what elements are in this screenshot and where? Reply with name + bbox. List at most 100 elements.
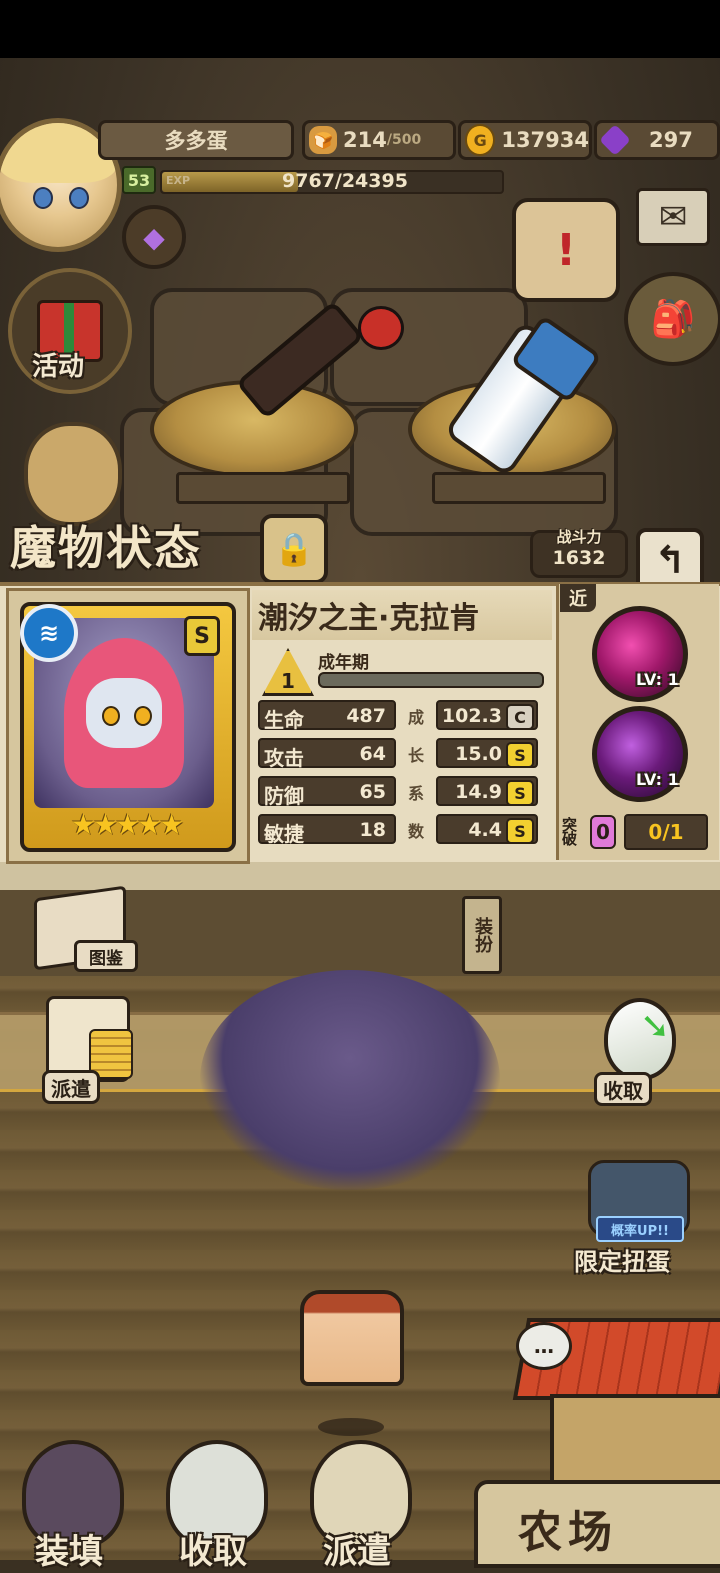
- nav-farm-button[interactable]: 农场: [474, 1480, 720, 1568]
- gem-icon: [599, 124, 631, 156]
- attack-range-badge: 近: [560, 584, 596, 612]
- stat-value: 65: [359, 781, 386, 803]
- nav-load-label: 装填: [35, 1532, 103, 1572]
- growth-grade-badge: S: [506, 780, 534, 806]
- egg-button[interactable]: [24, 422, 122, 526]
- event-label: 活动: [32, 352, 85, 382]
- growth-caption-char: 长: [408, 746, 425, 765]
- encyclopedia-label: 图鉴: [74, 940, 138, 972]
- stat-row-defense: 防御 65 系 14.9 S: [258, 776, 548, 808]
- nav-dispatch-button[interactable]: 派遣: [302, 1440, 412, 1572]
- skill-1-level: LV: 1: [636, 670, 679, 689]
- buy-gems-button[interactable]: ◆: [122, 205, 186, 269]
- avatar-eye: [33, 187, 53, 209]
- arrow-icon: ➘: [640, 1006, 671, 1047]
- exp-bar: EXP 9767/24395: [160, 170, 504, 194]
- limited-gacha-button[interactable]: 概率UP!! 限定扭蛋: [560, 1160, 710, 1276]
- stat-value: 64: [359, 743, 386, 765]
- stat-growth: 15.0 S: [436, 738, 538, 768]
- gold-counter[interactable]: G 137934: [458, 120, 592, 160]
- stat-name: 防御: [264, 784, 304, 808]
- nav-collect-label: 收取: [179, 1532, 247, 1572]
- stat-base: 攻击 64: [258, 738, 396, 770]
- stat-base: 生命 487: [258, 700, 396, 732]
- drop-shadow: [318, 1418, 384, 1436]
- bread-max: /500: [386, 132, 422, 148]
- stat-value: 18: [359, 819, 386, 841]
- player-name: 多多蛋: [98, 120, 294, 160]
- nav-collect-button[interactable]: 收取: [158, 1440, 268, 1572]
- nest-plate: [432, 472, 606, 504]
- player-level-badge: 53: [122, 166, 156, 194]
- stat-base: 敏捷 18: [258, 814, 396, 846]
- player-name-text: 多多蛋: [164, 129, 228, 153]
- combat-power-label: 战斗力: [556, 527, 602, 546]
- nav-load-button[interactable]: 装填: [14, 1440, 124, 1572]
- back-arrow-icon: ↰: [654, 538, 686, 582]
- quest-scroll-button[interactable]: !: [512, 198, 620, 302]
- chat-bubble-icon[interactable]: …: [516, 1322, 572, 1370]
- monster-eye: [102, 706, 120, 726]
- bread-counter[interactable]: 🍞 214/500: [302, 120, 456, 160]
- growth-value: 4.4: [468, 819, 502, 841]
- dress-up-button[interactable]: 装扮: [462, 896, 502, 974]
- gold-coin-icon: G: [465, 124, 496, 156]
- growth-grade-badge: S: [506, 818, 534, 844]
- encyclopedia-button[interactable]: 图鉴: [30, 885, 138, 972]
- nav-dispatch-label: 派遣: [323, 1532, 391, 1572]
- stat-row-hp: 生命 487 成 102.3 C: [258, 700, 548, 732]
- stat-growth: 4.4 S: [436, 814, 538, 844]
- star-rating: ★★★★★: [70, 807, 185, 841]
- mail-button[interactable]: ✉: [636, 188, 710, 246]
- breakthrough-label: 突破: [562, 816, 578, 848]
- growth-value: 102.3: [441, 705, 502, 727]
- combat-power-value: 1632: [552, 546, 606, 569]
- pudding-monster[interactable]: [300, 1290, 404, 1386]
- growth-stage-bar: [318, 672, 544, 688]
- water-element-icon: ≋: [20, 604, 78, 662]
- stat-name: 生命: [264, 708, 304, 732]
- lock-icon: 🔒: [274, 530, 314, 568]
- element-glyph: ≋: [38, 619, 60, 647]
- stat-row-attack: 攻击 64 长 15.0 S: [258, 738, 548, 770]
- monster-sprite[interactable]: [200, 970, 500, 1190]
- breakthrough-progress: 0/1: [624, 814, 708, 850]
- nav-farm-label: 农场: [518, 1507, 618, 1558]
- growth-grade-badge: C: [506, 704, 534, 730]
- growth-caption-char: 数: [408, 822, 425, 841]
- stat-name: 攻击: [264, 746, 304, 770]
- barn-wall: [550, 1394, 720, 1488]
- page-title: 魔物状态: [10, 521, 202, 575]
- nest-plate: [176, 472, 350, 504]
- monster-eye: [134, 706, 152, 726]
- stat-name: 敏捷: [264, 822, 304, 846]
- ladybug-icon: [358, 306, 404, 350]
- stat-growth: 14.9 S: [436, 776, 538, 806]
- dress-up-label: 装扮: [472, 917, 493, 953]
- gem-value: 297: [649, 128, 693, 152]
- rank-text: S: [194, 623, 210, 649]
- monster-name: 潮汐之主·克拉肯: [252, 590, 552, 640]
- stat-row-agility: 敏捷 18 数 4.4 S: [258, 814, 548, 846]
- mail-icon: ✉: [658, 197, 688, 237]
- stat-base: 防御 65: [258, 776, 396, 808]
- gacha-label: 限定扭蛋: [574, 1248, 670, 1276]
- combat-power-box: 战斗力 1632: [530, 528, 628, 578]
- breakthrough-row[interactable]: 突破 0 0/1: [562, 812, 712, 852]
- growth-value: 15.0: [455, 743, 502, 765]
- exclamation-icon: !: [555, 224, 577, 276]
- lock-button[interactable]: 🔒: [260, 514, 328, 584]
- bread-icon: 🍞: [309, 126, 337, 154]
- gem-counter[interactable]: 297: [594, 120, 720, 160]
- bread-value: 214: [343, 128, 387, 152]
- backpack-button[interactable]: 🎒: [624, 272, 720, 366]
- growth-stage-label: 成年期: [318, 653, 369, 673]
- exp-text: 9767/24395: [282, 170, 408, 192]
- dispatch-label: 派遣: [42, 1070, 100, 1104]
- growth-value: 14.9: [455, 781, 502, 803]
- attack-range-text: 近: [569, 589, 587, 610]
- backpack-icon: 🎒: [650, 299, 696, 340]
- gem-plus-icon: ◆: [143, 220, 165, 254]
- avatar-eye: [69, 187, 89, 209]
- gold-value: 137934: [501, 128, 589, 152]
